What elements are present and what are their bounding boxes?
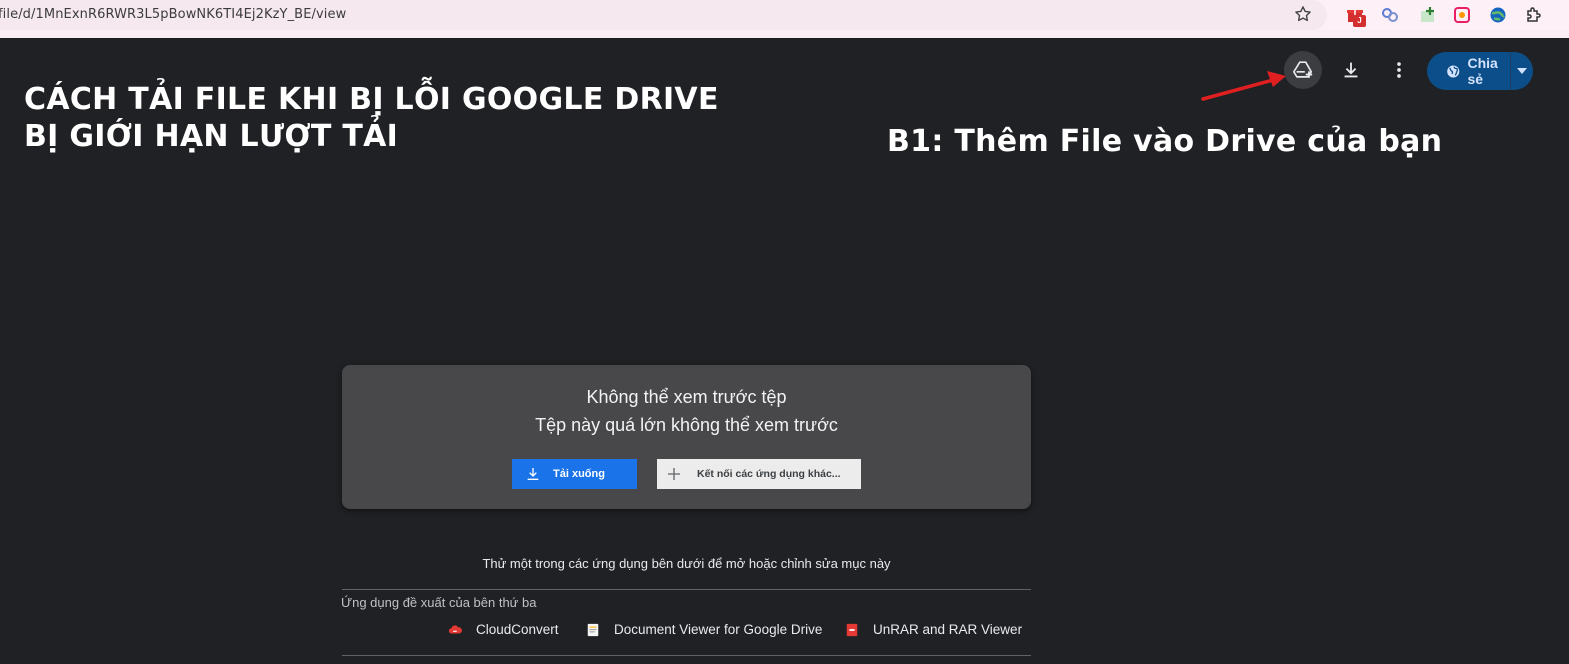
- preview-error-detail: Tệp này quá lớn không thể xem trước: [535, 415, 838, 435]
- drive-add-icon: [1293, 61, 1313, 78]
- plus-icon: [668, 468, 680, 480]
- share-label: Chia sẻ: [1467, 55, 1498, 87]
- address-bar[interactable]: file/d/1MnExnR6RWR3L5pBowNK6TI4Ej2KzY_BE…: [0, 0, 1327, 30]
- app-name: UnRAR and RAR Viewer: [873, 622, 1023, 637]
- extension-link-icon[interactable]: [1380, 5, 1400, 25]
- document-viewer-icon: [587, 623, 599, 636]
- divider: [342, 655, 1031, 656]
- download-icon: [1344, 62, 1358, 78]
- app-cloudconvert[interactable]: CloudConvert: [448, 622, 559, 637]
- url-text[interactable]: file/d/1MnExnR6RWR3L5pBowNK6TI4Ej2KzY_BE…: [0, 7, 346, 22]
- share-button[interactable]: Chia sẻ: [1427, 52, 1510, 90]
- extensions-puzzle-icon[interactable]: [1524, 5, 1544, 25]
- download-icon: [527, 468, 539, 480]
- toolbar-divider: [0, 30, 1569, 38]
- extension-globe-icon[interactable]: [1488, 5, 1508, 25]
- connect-apps-button[interactable]: Kết nối các ứng dụng khác...: [657, 459, 861, 489]
- bookmark-star-icon[interactable]: [1293, 4, 1313, 24]
- preview-unavailable-card: Không thể xem trước tệp Tệp này quá lớn …: [342, 365, 1031, 509]
- suggested-apps-label: Ứng dụng đề xuất của bên thứ ba: [341, 595, 537, 610]
- connect-apps-label: Kết nối các ứng dụng khác...: [697, 468, 841, 480]
- more-actions-button[interactable]: [1380, 51, 1418, 89]
- extension-badge: J: [1353, 15, 1366, 27]
- caret-down-icon: [1517, 68, 1527, 74]
- try-apps-prompt: Thử một trong các ứng dụng bên dưới để m…: [482, 556, 891, 571]
- download-file-button[interactable]: Tải xuống: [512, 459, 637, 489]
- share-dropdown-button[interactable]: [1511, 68, 1533, 74]
- app-document-viewer[interactable]: Document Viewer for Google Drive: [586, 622, 822, 637]
- extension-screenshot-icon[interactable]: [1452, 5, 1472, 25]
- app-unrar[interactable]: UnRAR and RAR Viewer: [845, 622, 1022, 637]
- tutorial-step1-label: B1: Thêm File vào Drive của bạn: [887, 124, 1443, 159]
- download-button[interactable]: [1332, 51, 1370, 89]
- annotation-arrow-icon: [1201, 71, 1286, 101]
- more-vert-icon: [1397, 62, 1401, 78]
- preview-error-title: Không thể xem trước tệp: [586, 387, 787, 407]
- browser-toolbar: file/d/1MnExnR6RWR3L5pBowNK6TI4Ej2KzY_BE…: [0, 0, 1569, 31]
- extension-plus-icon[interactable]: [1418, 5, 1438, 25]
- tutorial-title-line1: CÁCH TẢI FILE KHI BỊ LỖI GOOGLE DRIVE: [24, 82, 719, 117]
- cloudconvert-icon: [448, 624, 462, 633]
- globe-icon: [1447, 64, 1460, 78]
- divider: [342, 589, 1031, 590]
- download-file-label: Tải xuống: [553, 468, 605, 480]
- app-name: Document Viewer for Google Drive: [614, 622, 823, 637]
- unrar-icon: [846, 623, 858, 636]
- app-name: CloudConvert: [476, 622, 559, 637]
- share-button-group: Chia sẻ: [1427, 52, 1533, 90]
- tutorial-title-line2: BỊ GIỚI HẠN LƯỢT TẢI: [24, 119, 399, 154]
